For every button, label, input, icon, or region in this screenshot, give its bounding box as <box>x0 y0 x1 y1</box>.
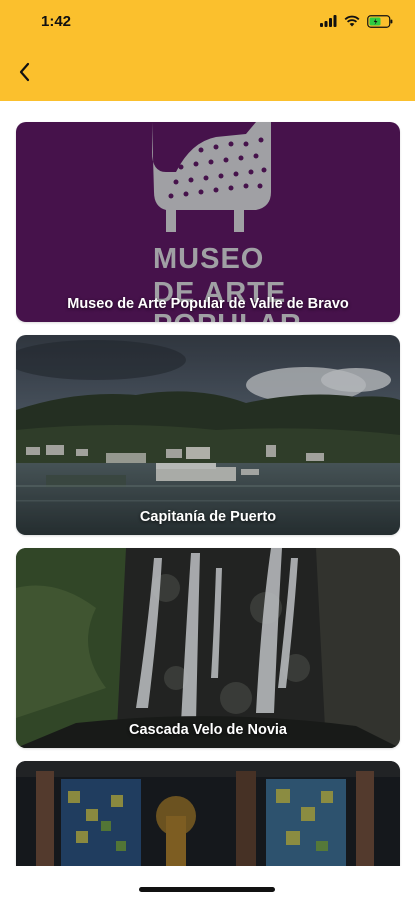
card-overlay <box>16 122 400 322</box>
chevron-left-icon <box>19 62 30 82</box>
place-card-museo[interactable]: MUSEO DE ARTE POPULAR Museo de Arte Popu… <box>16 122 400 322</box>
place-card-cascada[interactable]: Cascada Velo de Novia <box>16 548 400 748</box>
bottom-safe-area <box>0 866 415 900</box>
places-list: MUSEO DE ARTE POPULAR Museo de Arte Popu… <box>16 122 400 866</box>
signal-icon <box>320 15 337 27</box>
back-button[interactable] <box>10 58 38 86</box>
app-header: 1:42 <box>0 0 415 101</box>
home-indicator[interactable] <box>139 887 275 892</box>
card-overlay <box>16 761 400 866</box>
place-title: Cascada Velo de Novia <box>129 722 287 738</box>
place-card-capitania[interactable]: Capitanía de Puerto <box>16 335 400 535</box>
place-title: Capitanía de Puerto <box>139 509 277 525</box>
place-title: Museo de Arte Popular de Valle de Bravo <box>67 296 349 312</box>
battery-icon <box>367 14 393 28</box>
place-card-iglesia[interactable] <box>16 761 400 866</box>
card-overlay <box>16 335 400 535</box>
card-overlay <box>16 548 400 748</box>
wifi-icon <box>344 15 360 27</box>
status-icons <box>320 12 393 30</box>
status-time: 1:42 <box>41 13 72 30</box>
